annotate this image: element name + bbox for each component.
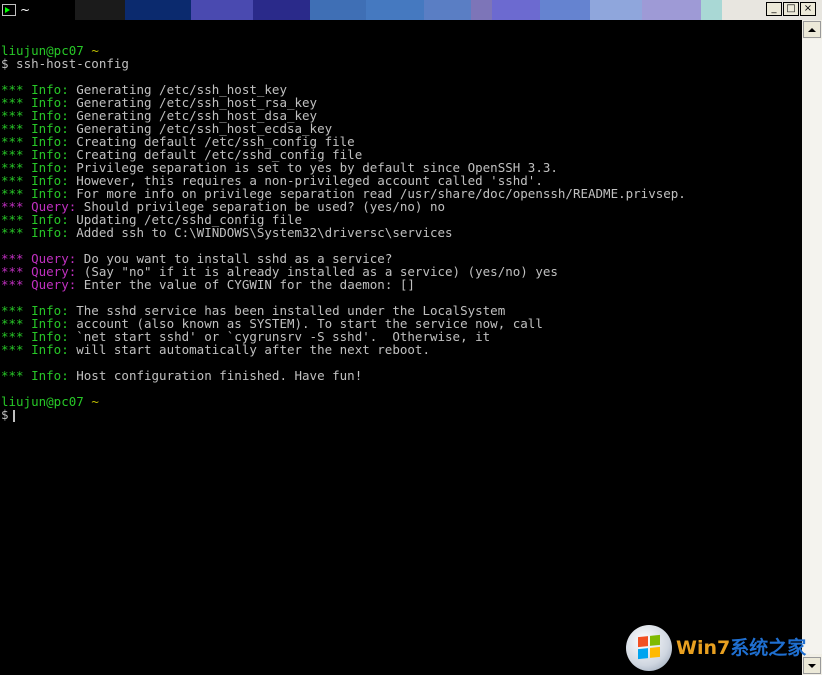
terminal-text-segment: $ ssh-host-config [1, 56, 129, 71]
flag-pane [650, 634, 660, 646]
minimize-button[interactable]: _ [766, 2, 782, 16]
terminal-line: *** Info: Added ssh to C:\WINDOWS\System… [1, 226, 686, 239]
flag-pane [650, 646, 660, 658]
vertical-scrollbar[interactable] [802, 20, 822, 675]
terminal-line: *** Info: Host configuration finished. H… [1, 369, 686, 382]
title-bar-segment [590, 0, 642, 20]
scroll-up-button[interactable] [803, 21, 821, 38]
watermark: Win7系统之家 [626, 624, 818, 672]
windows-flag-icon [638, 634, 660, 660]
windows-logo-icon [626, 625, 672, 671]
title-bar-segment [310, 0, 366, 20]
terminal-line: liujun@pc07 ~ [1, 395, 686, 408]
terminal-text-segment: ~ [83, 394, 99, 409]
watermark-brand-suffix: 系统之家 [730, 637, 807, 659]
terminal-text-segment: *** Info: [1, 342, 69, 357]
title-bar[interactable] [0, 0, 822, 20]
terminal-text-segment: *** Info: [1, 368, 69, 383]
text-cursor [12, 409, 15, 422]
title-bar-segment [470, 0, 493, 20]
title-bar-segment [700, 0, 723, 20]
watermark-text-block: Win7系统之家 [672, 637, 806, 659]
maximize-button[interactable]: □ [783, 2, 799, 16]
title-bar-segment [74, 0, 125, 20]
title-bar-segment [492, 0, 541, 20]
terminal-line: $ [1, 407, 686, 422]
arrow-up-icon [808, 27, 816, 32]
terminal-line: *** Info: will start automatically after… [1, 343, 686, 356]
terminal-lines: liujun@pc07 ~ $ ssh-host-config *** Info: … [1, 44, 686, 422]
title-area: ~ [0, 0, 30, 20]
title-bar-segment [124, 0, 191, 20]
terminal-text-segment: Enter the value of CYGWIN for the daemon… [76, 277, 415, 292]
watermark-brand-prefix: Win7 [676, 637, 731, 659]
terminal-text-segment: $ [1, 407, 9, 422]
window-controls: _ □ × [766, 2, 816, 16]
terminal-text-segment: *** Info: [1, 225, 69, 240]
terminal-text-segment: Host configuration finished. Have fun! [68, 368, 363, 383]
terminal-text-segment: *** Query: [1, 277, 77, 292]
title-bar-segment [641, 0, 701, 20]
flag-pane [638, 648, 648, 660]
title-bar-segment [424, 0, 471, 20]
scroll-track[interactable] [802, 39, 822, 654]
window-title: ~ [20, 3, 31, 17]
terminal-text-segment: Added ssh to C:\WINDOWS\System32\drivers… [68, 225, 453, 240]
flag-pane [638, 636, 648, 648]
title-bar-segment [190, 0, 254, 20]
terminal-text-segment: will start automatically after the next … [68, 342, 430, 357]
title-bar-segment [365, 0, 425, 20]
watermark-brand: Win7系统之家 [676, 637, 806, 659]
terminal-line: *** Query: Enter the value of CYGWIN for… [1, 278, 686, 291]
terminal-line: $ ssh-host-config [1, 57, 686, 70]
title-bar-segment [540, 0, 591, 20]
terminal-text-segment: liujun@pc07 [1, 394, 84, 409]
title-bar-segment [253, 0, 311, 20]
terminal-output[interactable]: liujun@pc07 ~ $ ssh-host-config *** Info: … [0, 20, 802, 675]
terminal-app-icon[interactable] [2, 4, 16, 16]
close-button[interactable]: × [800, 2, 816, 16]
